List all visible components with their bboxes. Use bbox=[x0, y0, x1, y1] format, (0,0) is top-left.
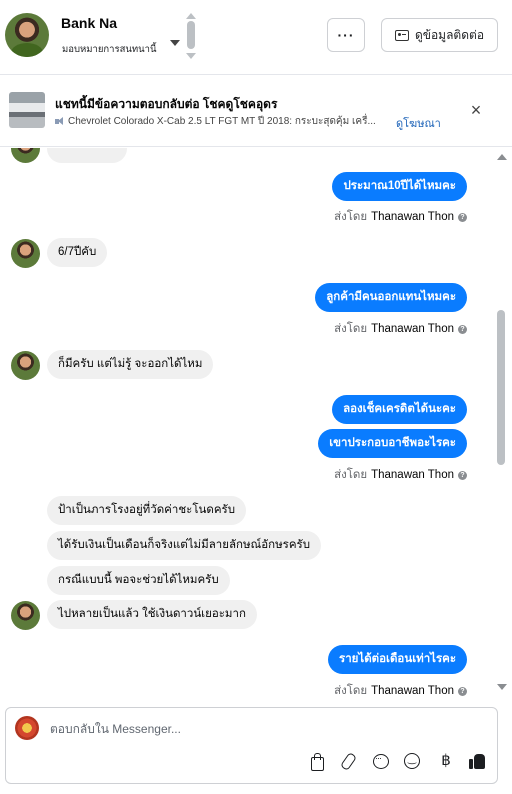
contact-card-icon bbox=[394, 29, 409, 41]
contact-avatar[interactable] bbox=[5, 13, 49, 57]
message-bubble-incoming[interactable]: ได้รับเงินเป็นเดือนก็จริงแต่ไม่มีลายลักษ… bbox=[47, 531, 322, 560]
contact-name[interactable]: Bank Na bbox=[61, 15, 117, 31]
customer-avatar[interactable] bbox=[11, 148, 40, 163]
sent-by-name: Thanawan Thon bbox=[371, 323, 454, 335]
sent-by-prefix: ส่งโดย bbox=[334, 323, 368, 335]
chevron-up-icon[interactable] bbox=[186, 13, 196, 19]
more-icon: ··· bbox=[337, 27, 355, 43]
chevron-down-icon[interactable] bbox=[186, 53, 196, 59]
assign-conversation-label[interactable]: มอบหมายการสนทนานี้ bbox=[62, 42, 157, 57]
chevron-down-icon[interactable] bbox=[170, 40, 180, 46]
view-ad-link[interactable]: ดูโฆษณา bbox=[396, 114, 441, 132]
info-icon[interactable]: ? bbox=[458, 470, 467, 480]
scrollbar-thumb[interactable] bbox=[497, 310, 505, 465]
ad-description-row: Chevrolet Colorado X-Cab 2.5 LT FGT MT ป… bbox=[55, 114, 376, 129]
chat-bubble-icon[interactable] bbox=[371, 752, 389, 770]
sent-by-name: Thanawan Thon bbox=[371, 685, 454, 697]
scroll-down-icon[interactable] bbox=[497, 684, 507, 690]
smiley-icon[interactable] bbox=[403, 752, 421, 770]
sent-by-line: ส่งโดย Thanawan Thon ? bbox=[334, 466, 467, 484]
info-icon[interactable]: ? bbox=[458, 686, 467, 696]
customer-avatar[interactable] bbox=[11, 239, 40, 268]
message-bubble-outgoing[interactable]: รายได้ต่อเดือนเท่าไรคะ bbox=[328, 645, 467, 674]
message-bubble-incoming[interactable]: ก็มีครับ แต่ไม่รู้ จะออกได้ไหม bbox=[47, 350, 214, 379]
sent-by-name: Thanawan Thon bbox=[371, 469, 454, 481]
message-bubble-outgoing[interactable]: ประมาณ10ปีได้ไหมคะ bbox=[332, 172, 467, 201]
customer-avatar[interactable] bbox=[11, 351, 40, 380]
thread-scrollbar[interactable] bbox=[496, 148, 508, 704]
conversation-header: Bank Na มอบหมายการสนทนานี้ ··· ดูข้อมูลต… bbox=[0, 0, 512, 75]
info-icon[interactable]: ? bbox=[458, 212, 467, 222]
message-bubble-outgoing[interactable]: ลองเช็คเครดิตได้นะคะ bbox=[332, 395, 467, 424]
reply-input[interactable] bbox=[50, 719, 480, 739]
ad-title: แชทนี้มีข้อความตอบกลับต่อ โชคดูโชคอุดร bbox=[55, 97, 278, 111]
message-bubble-incoming[interactable]: ป้าเป็นภารโรงอยู่ที่วัดค่าชะโนดครับ bbox=[47, 496, 246, 525]
ad-description: Chevrolet Colorado X-Cab 2.5 LT FGT MT ป… bbox=[68, 116, 376, 127]
sent-by-line: ส่งโดย Thanawan Thon ? bbox=[334, 208, 467, 226]
message-bubble-outgoing[interactable]: เขาประกอบอาชีพอะไรคะ bbox=[318, 429, 467, 458]
page-avatar bbox=[15, 716, 39, 740]
sent-by-prefix: ส่งโดย bbox=[334, 469, 368, 481]
shopping-bag-icon[interactable] bbox=[308, 752, 326, 771]
customer-avatar[interactable] bbox=[11, 601, 40, 630]
sent-by-line: ส่งโดย Thanawan Thon ? bbox=[334, 320, 467, 338]
sent-by-line: ส่งโดย Thanawan Thon ? bbox=[334, 682, 467, 700]
view-contact-info-button[interactable]: ดูข้อมูลติดต่อ bbox=[381, 18, 498, 52]
message-thread[interactable]: ประมาณ10ปีได้ไหมคะ ส่งโดย Thanawan Thon … bbox=[0, 148, 512, 704]
message-bubble-incoming[interactable]: ไปหลายเป็นแล้ว ใช้เงินดาวน์เยอะมาก bbox=[47, 600, 257, 629]
scroll-up-icon[interactable] bbox=[497, 154, 507, 160]
sent-by-prefix: ส่งโดย bbox=[334, 211, 368, 223]
close-icon[interactable]: × bbox=[468, 101, 484, 119]
speaker-icon bbox=[55, 117, 64, 126]
ad-thumbnail[interactable] bbox=[9, 92, 45, 128]
reply-composer: ฿ bbox=[5, 707, 498, 784]
view-contact-info-label: ดูข้อมูลติดต่อ bbox=[414, 27, 485, 42]
paperclip-icon[interactable] bbox=[339, 752, 357, 770]
more-options-button[interactable]: ··· bbox=[327, 18, 365, 52]
sent-by-name: Thanawan Thon bbox=[371, 211, 454, 223]
baht-icon[interactable]: ฿ bbox=[437, 752, 455, 770]
message-bubble-incoming[interactable]: กรณีแบบนี้ พอจะช่วยได้ไหมครับ bbox=[47, 566, 230, 595]
info-icon[interactable]: ? bbox=[458, 324, 467, 334]
sent-by-prefix: ส่งโดย bbox=[334, 685, 368, 697]
message-bubble-incoming[interactable] bbox=[47, 148, 127, 163]
conversation-nav-scroll[interactable] bbox=[186, 13, 196, 59]
ad-reference-bar: แชทนี้มีข้อความตอบกลับต่อ โชคดูโชคอุดร C… bbox=[0, 76, 512, 147]
message-bubble-incoming[interactable]: 6/7ปีคับ bbox=[47, 238, 108, 267]
message-bubble-outgoing[interactable]: ลูกค้ามีคนออกแทนไหมคะ bbox=[315, 283, 467, 312]
thumbs-up-icon[interactable] bbox=[468, 752, 486, 770]
nav-scroll-track bbox=[187, 21, 195, 49]
